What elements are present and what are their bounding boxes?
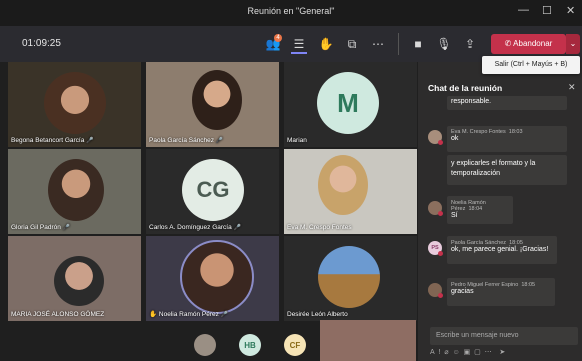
window-title: Reunión en "General" <box>247 6 335 16</box>
mic-muted-icon: 🎤 <box>215 138 224 144</box>
chat-title: Chat de la reunión <box>428 83 503 93</box>
participant-name: Marian <box>287 137 307 144</box>
participant-name: Desirée León Alberto <box>287 311 348 318</box>
participant-name: Gloria Gil Padrón 🎤 <box>11 224 71 231</box>
more-options-icon[interactable]: ⋯ <box>370 36 386 52</box>
attach-icon[interactable]: ⌀ <box>444 349 448 356</box>
mic-muted-icon: 🎤 <box>62 225 71 231</box>
important-icon[interactable]: ! <box>439 349 441 356</box>
participant-video <box>180 240 254 314</box>
participant-name: Paola García Sánchez 🎤 <box>149 137 224 144</box>
phone-hangup-icon: ✆ <box>504 39 514 48</box>
camera-icon[interactable]: ■ <box>410 36 426 52</box>
self-preview-video <box>320 320 416 361</box>
participant-avatar: M <box>317 72 379 134</box>
mic-muted-icon: 🎤 <box>220 312 229 318</box>
toolbar-divider <box>398 33 399 55</box>
leave-tooltip: Salir (Ctrl + Mayús + B) <box>482 56 580 74</box>
participant-tile[interactable]: Desirée León Alberto <box>284 236 417 321</box>
presence-busy-icon <box>438 211 443 216</box>
emoji-icon[interactable]: ☺ <box>453 349 460 356</box>
participant-name: ✋ Noelia Ramón Pérez 🎤 <box>149 311 229 318</box>
minimize-icon[interactable]: — <box>518 4 529 16</box>
participant-tile[interactable]: ✋ Noelia Ramón Pérez 🎤 <box>146 236 279 321</box>
participant-tile[interactable]: Eva M. Crespo Fontes <box>284 149 417 234</box>
microphone-icon[interactable]: 🎙 <box>436 36 452 52</box>
raised-hand-icon: ✋ <box>149 311 158 318</box>
participant-video <box>318 155 368 215</box>
participant-tile[interactable]: Paola García Sánchez 🎤 <box>146 62 279 147</box>
participant-video <box>54 256 104 306</box>
participant-video <box>44 72 106 134</box>
chat-message: Paola García Sánchez 18:05 ok, me parece… <box>447 236 557 264</box>
participant-name: MARIA JOSÉ ALONSO GÓMEZ <box>11 311 105 318</box>
meeting-timer: 01:09:25 <box>22 38 61 49</box>
chat-icon[interactable]: ☰ <box>291 36 307 54</box>
mic-muted-icon: 🎤 <box>86 138 94 144</box>
participant-video <box>192 70 242 130</box>
participant-tile[interactable]: MARIA JOSÉ ALONSO GÓMEZ <box>8 236 141 321</box>
participant-name: Begona Betancort García 🎤 <box>11 137 94 144</box>
chat-message: Eva M. Crespo Fontes 18:03 ok <box>447 126 567 152</box>
chat-message: responsable. <box>447 96 567 110</box>
chat-input[interactable]: Escribe un mensaje nuevo <box>430 327 578 345</box>
participant-tile[interactable]: CG Carlos A. Domínguez García 🎤 <box>146 149 279 234</box>
close-chat-icon[interactable]: ✕ <box>568 82 576 93</box>
chat-message: y explicarles el formato y la temporaliz… <box>447 155 567 185</box>
share-screen-icon[interactable]: ⇪ <box>462 36 478 52</box>
participant-tile[interactable]: M Marian <box>284 62 417 147</box>
leave-button[interactable]: ✆ Abandonar <box>491 34 566 54</box>
participant-avatar <box>318 246 380 308</box>
close-window-icon[interactable]: ✕ <box>566 4 575 17</box>
chat-compose-toolbar: A ! ⌀ ☺ ▣ ▢ ⋯ ➤ <box>430 348 580 360</box>
participant-avatar[interactable]: HB <box>239 334 261 356</box>
participant-video <box>48 159 104 221</box>
format-icon[interactable]: A <box>430 349 435 356</box>
presence-busy-icon <box>438 251 443 256</box>
participant-avatar[interactable] <box>194 334 216 356</box>
sticker-icon[interactable]: ▢ <box>474 349 481 356</box>
raise-hand-icon[interactable]: ✋ <box>318 36 334 52</box>
chevron-down-icon[interactable]: ⌄ <box>566 34 580 54</box>
send-icon[interactable]: ➤ <box>499 349 505 356</box>
participant-name: Carlos A. Domínguez García 🎤 <box>149 224 242 231</box>
more-compose-icon[interactable]: ⋯ <box>485 349 492 356</box>
presence-busy-icon <box>438 140 443 145</box>
chat-message: Pedro Miguel Ferrer Espino 18:05 gracias <box>447 278 555 306</box>
maximize-icon[interactable]: ☐ <box>542 4 552 17</box>
participant-tile[interactable]: Begona Betancort García 🎤 <box>8 62 141 147</box>
breakout-rooms-icon[interactable]: ⧉ <box>344 36 360 52</box>
participant-avatar: CG <box>182 159 244 221</box>
participant-avatar[interactable]: CF <box>284 334 306 356</box>
presence-busy-icon <box>438 293 443 298</box>
chat-message: Noelia Ramón Pérez 18:04 Sí <box>447 196 513 224</box>
participants-badge: 4 <box>274 34 282 42</box>
gif-icon[interactable]: ▣ <box>464 349 471 356</box>
participant-tile[interactable]: Gloria Gil Padrón 🎤 <box>8 149 141 234</box>
mic-muted-icon: 🎤 <box>233 225 242 231</box>
participant-name: Eva M. Crespo Fontes <box>287 224 352 231</box>
